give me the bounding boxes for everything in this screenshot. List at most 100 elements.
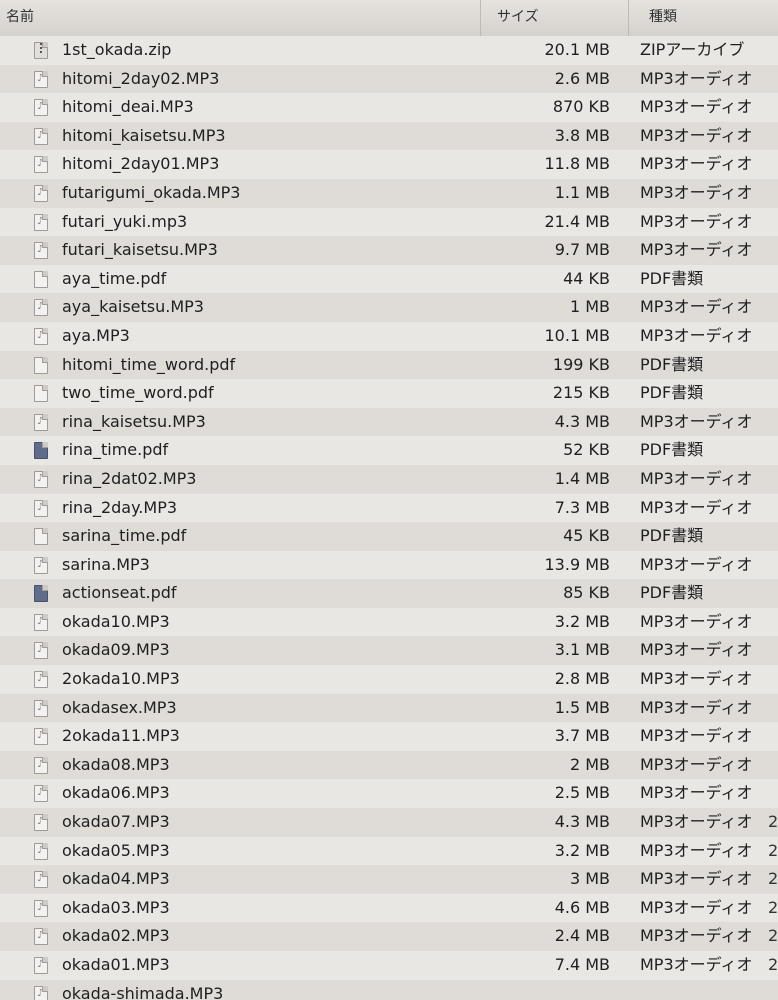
audio-file-icon xyxy=(34,99,48,117)
file-row[interactable]: futarigumi_okada.MP3 1.1 MB MP3オーディオ xyxy=(0,178,778,208)
file-size: 9.7 MB xyxy=(554,240,610,260)
audio-file-icon xyxy=(34,871,48,889)
file-name: hitomi_2day01.MP3 xyxy=(62,154,220,174)
file-kind: MP3オーディオ xyxy=(640,640,753,660)
file-row[interactable]: aya_kaisetsu.MP3 1 MB MP3オーディオ xyxy=(0,293,778,322)
file-row[interactable]: okada10.MP3 3.2 MB MP3オーディオ xyxy=(0,607,778,637)
file-row[interactable]: okada05.MP3 3.2 MB MP3オーディオ 2 xyxy=(0,836,778,866)
file-row[interactable]: 2okada11.MP3 3.7 MB MP3オーディオ xyxy=(0,722,778,751)
file-row[interactable]: sarina_time.pdf 45 KB PDF書類 xyxy=(0,522,778,551)
column-header-kind[interactable]: 種類 xyxy=(628,0,778,36)
file-kind: MP3オーディオ xyxy=(640,411,753,431)
file-row[interactable]: sarina.MP3 13.9 MB MP3オーディオ xyxy=(0,550,778,580)
file-name: futari_yuki.mp3 xyxy=(62,211,188,231)
audio-file-icon xyxy=(34,70,48,88)
file-row[interactable]: rina_time.pdf 52 KB PDF書類 xyxy=(0,436,778,465)
column-header-size[interactable]: サイズ xyxy=(480,0,628,36)
file-date-partial: 2 xyxy=(768,812,778,832)
file-name: sarina.MP3 xyxy=(62,554,150,574)
file-row[interactable]: okada02.MP3 2.4 MB MP3オーディオ 2 xyxy=(0,922,778,951)
file-row[interactable]: okada03.MP3 4.6 MB MP3オーディオ 2 xyxy=(0,893,778,923)
file-date-partial: 2 xyxy=(768,897,778,917)
file-row[interactable]: two_time_word.pdf 215 KB PDF書類 xyxy=(0,379,778,408)
file-name: okadasex.MP3 xyxy=(62,697,177,717)
file-row[interactable]: okada04.MP3 3 MB MP3オーディオ 2 xyxy=(0,865,778,894)
file-size: 199 KB xyxy=(552,354,610,374)
file-kind: MP3オーディオ xyxy=(640,669,753,689)
file-size: 3.8 MB xyxy=(554,125,610,145)
file-size: 85 KB xyxy=(563,583,610,603)
file-row[interactable]: okada08.MP3 2 MB MP3オーディオ xyxy=(0,750,778,780)
file-kind: MP3オーディオ xyxy=(640,726,753,746)
file-row[interactable]: hitomi_time_word.pdf 199 KB PDF書類 xyxy=(0,350,778,380)
pdf-file-icon xyxy=(34,270,48,288)
file-row[interactable]: hitomi_deai.MP3 870 KB MP3オーディオ xyxy=(0,93,778,122)
audio-file-icon xyxy=(34,499,48,517)
file-name: okada04.MP3 xyxy=(62,869,170,889)
file-row[interactable]: rina_kaisetsu.MP3 4.3 MB MP3オーディオ xyxy=(0,407,778,437)
file-size: 3.1 MB xyxy=(554,640,610,660)
audio-file-icon xyxy=(34,156,48,174)
file-kind: MP3オーディオ xyxy=(640,926,753,946)
audio-file-icon xyxy=(34,785,48,803)
file-row[interactable]: 2okada10.MP3 2.8 MB MP3オーディオ xyxy=(0,665,778,694)
zip-archive-icon xyxy=(34,42,48,59)
file-name: actionseat.pdf xyxy=(62,583,177,603)
file-name: rina_2dat02.MP3 xyxy=(62,468,197,488)
file-row[interactable]: okadasex.MP3 1.5 MB MP3オーディオ xyxy=(0,693,778,723)
file-kind: PDF書類 xyxy=(640,440,704,460)
file-name: hitomi_deai.MP3 xyxy=(62,97,194,117)
file-row[interactable]: actionseat.pdf 85 KB PDF書類 xyxy=(0,579,778,608)
file-date-partial: 2 xyxy=(768,840,778,860)
file-size: 3 MB xyxy=(569,869,610,889)
file-name: 2okada11.MP3 xyxy=(62,726,180,746)
column-header-name[interactable]: 名前 xyxy=(0,0,480,36)
file-name: okada08.MP3 xyxy=(62,754,170,774)
file-row[interactable]: aya_time.pdf 44 KB PDF書類 xyxy=(0,264,778,294)
file-row[interactable]: okada01.MP3 7.4 MB MP3オーディオ 2 xyxy=(0,951,778,980)
file-size: 13.9 MB xyxy=(544,554,611,574)
file-kind: MP3オーディオ xyxy=(640,783,753,803)
file-row[interactable]: hitomi_kaisetsu.MP3 3.8 MB MP3オーディオ xyxy=(0,121,778,151)
file-row[interactable]: futari_yuki.mp3 21.4 MB MP3オーディオ xyxy=(0,207,778,237)
audio-file-icon xyxy=(34,899,48,917)
file-size: 45 KB xyxy=(563,526,610,546)
file-kind: MP3オーディオ xyxy=(640,297,753,317)
file-row[interactable]: okada09.MP3 3.1 MB MP3オーディオ xyxy=(0,636,778,666)
pdf-file-icon xyxy=(34,385,48,403)
file-name: 2okada10.MP3 xyxy=(62,669,180,689)
file-row[interactable]: rina_2dat02.MP3 1.4 MB MP3オーディオ xyxy=(0,464,778,494)
file-row[interactable]: okada-shimada.MP3 xyxy=(0,979,778,1000)
file-size: 215 KB xyxy=(552,383,610,403)
audio-file-icon xyxy=(34,242,48,260)
file-row[interactable]: okada07.MP3 4.3 MB MP3オーディオ 2 xyxy=(0,808,778,837)
file-row[interactable]: hitomi_2day01.MP3 11.8 MB MP3オーディオ xyxy=(0,150,778,179)
file-name: okada10.MP3 xyxy=(62,611,170,631)
file-row[interactable]: okada06.MP3 2.5 MB MP3オーディオ xyxy=(0,779,778,809)
file-row[interactable]: rina_2day.MP3 7.3 MB MP3オーディオ xyxy=(0,493,778,523)
finder-window: 名前 サイズ 種類 1st_okada.zip 20.1 MB ZIPアーカイブ hi… xyxy=(0,0,778,1000)
file-kind: MP3オーディオ xyxy=(640,812,753,832)
file-row[interactable]: aya.MP3 10.1 MB MP3オーディオ xyxy=(0,321,778,351)
file-date-partial: 2 xyxy=(768,869,778,889)
file-name: okada01.MP3 xyxy=(62,955,170,974)
pdf-preview-icon xyxy=(34,585,48,603)
audio-file-icon xyxy=(34,299,48,317)
audio-file-icon xyxy=(34,699,48,717)
file-size: 20.1 MB xyxy=(544,40,611,59)
file-row[interactable]: hitomi_2day02.MP3 2.6 MB MP3オーディオ xyxy=(0,64,778,94)
file-name: hitomi_time_word.pdf xyxy=(62,354,236,374)
file-name: aya_kaisetsu.MP3 xyxy=(62,297,204,317)
file-row[interactable]: futari_kaisetsu.MP3 9.7 MB MP3オーディオ xyxy=(0,236,778,265)
column-header: 名前 サイズ 種類 xyxy=(0,0,778,37)
file-row[interactable]: 1st_okada.zip 20.1 MB ZIPアーカイブ xyxy=(0,36,778,65)
file-name: okada03.MP3 xyxy=(62,897,170,917)
file-name: futarigumi_okada.MP3 xyxy=(62,182,241,202)
file-size: 1.1 MB xyxy=(554,182,610,202)
pdf-preview-icon xyxy=(34,442,48,460)
file-size: 2.6 MB xyxy=(554,68,610,88)
file-kind: MP3オーディオ xyxy=(640,325,753,345)
file-name: rina_2day.MP3 xyxy=(62,497,178,517)
audio-file-icon xyxy=(34,184,48,202)
file-size: 4.3 MB xyxy=(554,812,610,832)
